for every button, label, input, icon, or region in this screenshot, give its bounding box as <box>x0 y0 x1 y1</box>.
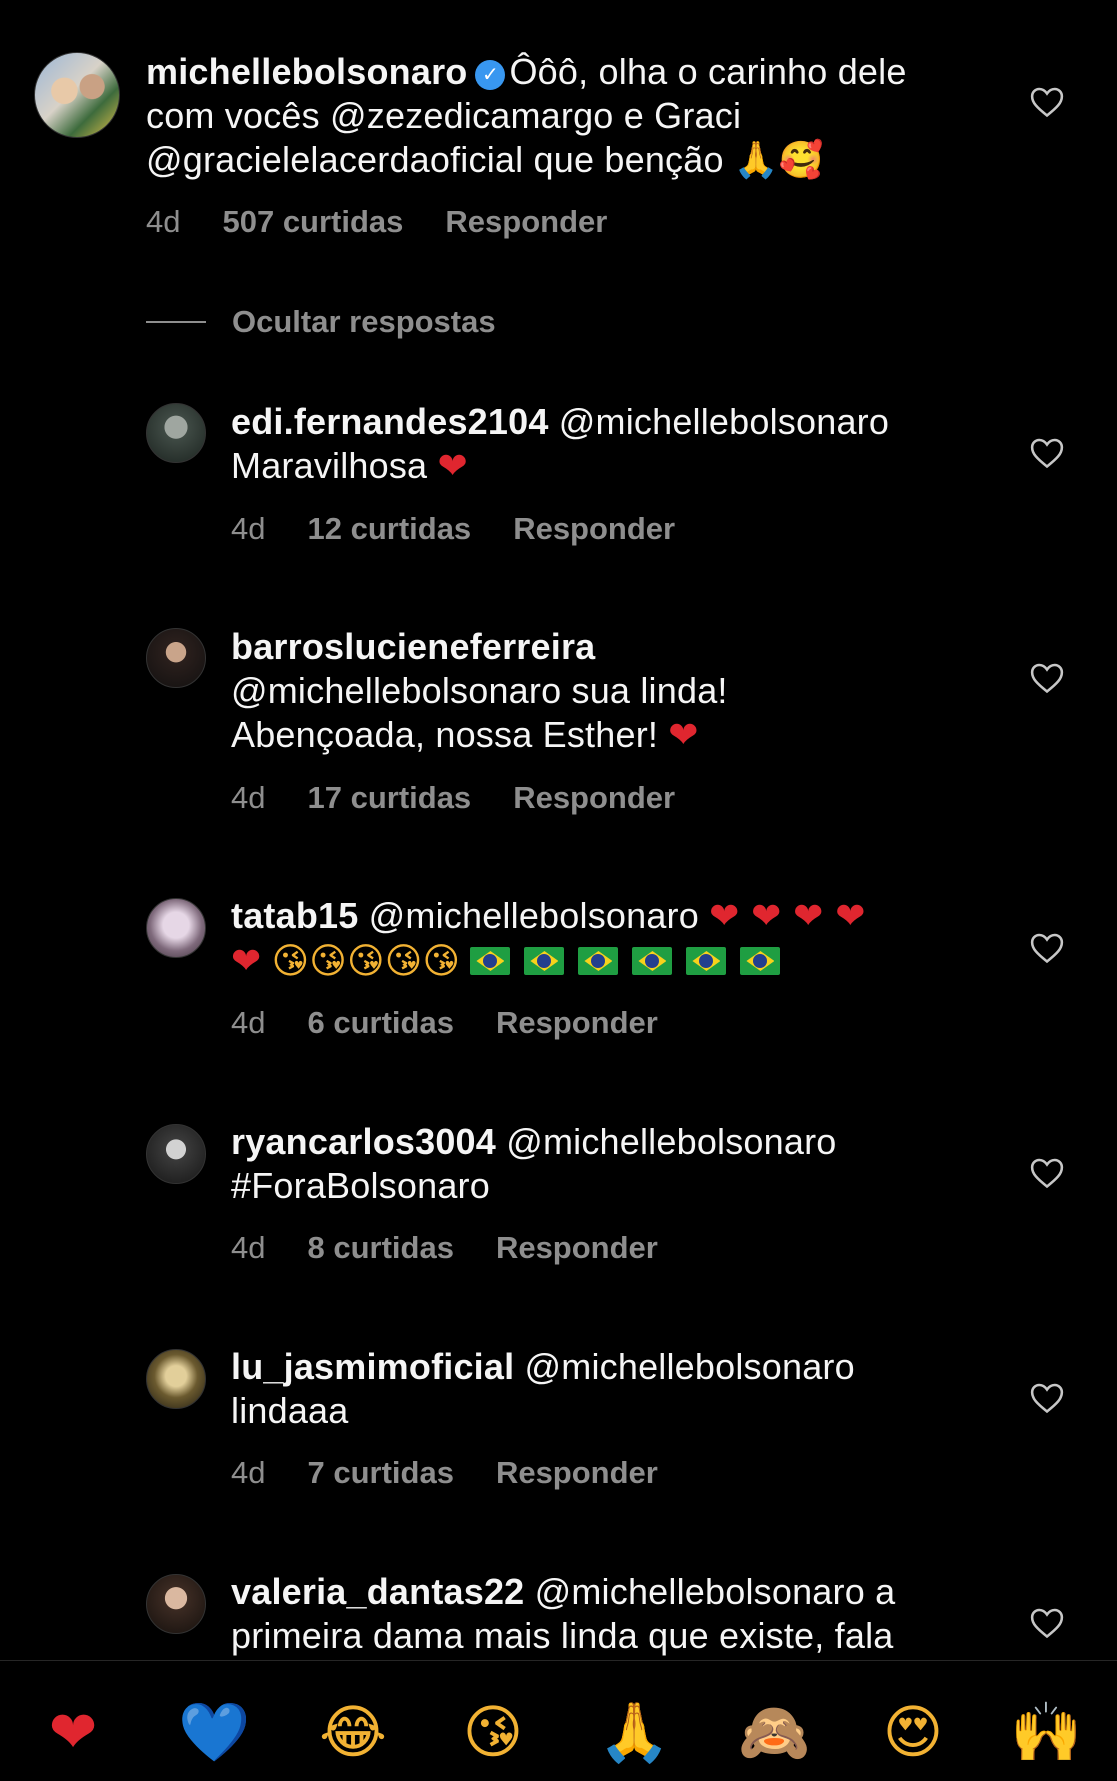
reply-button[interactable]: Responder <box>496 1005 658 1040</box>
brazil-flags <box>470 940 794 981</box>
red-heart-emoji: ❤ <box>437 446 468 487</box>
likes-count-link[interactable]: 17 curtidas <box>307 780 471 815</box>
heart-outline-icon[interactable] <box>1030 86 1064 118</box>
comment-username[interactable]: michellebolsonaro <box>146 51 467 92</box>
likes-count-link[interactable]: 7 curtidas <box>307 1455 453 1490</box>
brazil-flag-icon <box>524 947 565 975</box>
comment-text: com vocês @zezedicamargo e Graci <box>146 95 742 136</box>
comment-username[interactable]: edi.fernandes2104 <box>231 401 549 442</box>
comment-time: 4d <box>231 780 266 815</box>
reply-button[interactable]: Responder <box>496 1455 658 1490</box>
comment-body: tatab15 @michellebolsonaro ❤ ❤ ❤ ❤ ❤ 😘😘😘… <box>231 894 1011 984</box>
red-hearts-emoji: ❤ ❤ ❤ ❤ <box>709 896 866 937</box>
comment-text: Maravilhosa <box>231 445 428 486</box>
comment-body: michellebolsonaro ✓ Ôôô, olha o carinho de… <box>146 50 966 183</box>
red-heart-emoji: ❤ <box>668 715 699 756</box>
blue-heart-reaction-icon[interactable]: 💙 <box>178 1697 250 1767</box>
mention-link[interactable]: @michellebolsonaro <box>525 1346 855 1387</box>
heart-outline-icon[interactable] <box>1030 437 1064 469</box>
comment-username[interactable]: ryancarlos3004 <box>231 1121 496 1162</box>
kissing-face-reaction-icon[interactable]: 😘 <box>458 1697 528 1767</box>
comment-meta: 4d 507 curtidas Responder <box>146 204 649 240</box>
kissing-face-emoji: 😘😘😘😘😘 <box>271 941 461 982</box>
comment-time: 4d <box>231 1230 266 1265</box>
reply-button[interactable]: Responder <box>445 204 607 239</box>
brazil-flag-icon <box>632 947 673 975</box>
reply-button[interactable]: Responder <box>496 1230 658 1265</box>
comment-text: lindaaa <box>231 1390 349 1431</box>
comment-time: 4d <box>231 1005 266 1040</box>
comment-username[interactable]: barroslucieneferreira <box>231 626 595 667</box>
comment-meta: 4d 6 curtidas Responder <box>231 1005 700 1041</box>
comment-username[interactable]: tatab15 <box>231 895 358 936</box>
comment-text: Ôôô, olha o carinho dele <box>509 51 907 92</box>
avatar[interactable] <box>146 898 206 958</box>
heart-eyes-reaction-icon[interactable]: 😍 <box>878 1697 948 1767</box>
comment-text: @gracielelacerdaoficial que benção <box>146 139 724 180</box>
avatar[interactable] <box>146 1124 206 1184</box>
heart-outline-icon[interactable] <box>1030 932 1064 964</box>
comment-meta: 4d 8 curtidas Responder <box>231 1230 700 1266</box>
comment-meta: 4d 12 curtidas Responder <box>231 511 717 547</box>
comment-body: barroslucieneferreira @michellebolsonaro… <box>231 625 991 758</box>
comment-username[interactable]: lu_jasmimoficial <box>231 1346 514 1387</box>
comment-meta: 4d 17 curtidas Responder <box>231 780 717 816</box>
comment-body: edi.fernandes2104 @michellebolsonaro Mar… <box>231 400 991 489</box>
heart-outline-icon[interactable] <box>1030 1157 1064 1189</box>
avatar[interactable] <box>34 52 120 138</box>
heart-outline-icon[interactable] <box>1030 662 1064 694</box>
mention-link[interactable]: @michellebolsonaro <box>506 1121 836 1162</box>
comment-time: 4d <box>231 511 266 546</box>
comment-body: ryancarlos3004 @michellebolsonaro #ForaB… <box>231 1120 991 1208</box>
avatar[interactable] <box>146 403 206 463</box>
likes-count-link[interactable]: 6 curtidas <box>307 1005 453 1040</box>
hashtag-link[interactable]: #ForaBolsonaro <box>231 1165 490 1206</box>
raising-hands-reaction-icon[interactable]: 🙌 <box>1010 1697 1082 1767</box>
likes-count-link[interactable]: 12 curtidas <box>307 511 471 546</box>
comment-text: Abençoada, nossa Esther! <box>231 714 659 755</box>
comment-text: primeira dama mais linda que existe, fal… <box>231 1615 894 1656</box>
divider <box>146 321 206 323</box>
heart-outline-icon[interactable] <box>1030 1607 1064 1639</box>
brazil-flag-icon <box>686 947 727 975</box>
reply-button[interactable]: Responder <box>513 780 675 815</box>
heart-outline-icon[interactable] <box>1030 1382 1064 1414</box>
red-heart-emoji: ❤ <box>231 941 262 982</box>
folded-hands-reaction-icon[interactable]: 🙏 <box>598 1697 670 1767</box>
mention-link[interactable]: @michellebolsonaro sua linda! <box>231 670 728 711</box>
reply-button[interactable]: Responder <box>513 511 675 546</box>
likes-count-link[interactable]: 8 curtidas <box>307 1230 453 1265</box>
quick-reactions-bar: ❤ 💙 😂 😘 🙏 🙈 😍 🙌 <box>0 1660 1117 1781</box>
red-heart-reaction-icon[interactable]: ❤ <box>38 1697 108 1767</box>
pray-and-smiling-hearts-emoji: 🙏🥰 <box>733 140 824 181</box>
brazil-flag-icon <box>578 947 619 975</box>
tears-of-joy-reaction-icon[interactable]: 😂 <box>318 1697 388 1767</box>
see-no-evil-monkey-reaction-icon[interactable]: 🙈 <box>738 1697 810 1767</box>
verified-badge-icon: ✓ <box>475 60 506 90</box>
comment-username[interactable]: valeria_dantas22 <box>231 1571 524 1612</box>
mention-link[interactable]: @michellebolsonaro <box>369 895 699 936</box>
avatar[interactable] <box>146 1349 206 1409</box>
likes-count-link[interactable]: 507 curtidas <box>222 204 403 239</box>
mention-link[interactable]: @michellebolsonaro <box>559 401 889 442</box>
comment-body: valeria_dantas22 @michellebolsonaro a pr… <box>231 1570 1011 1658</box>
comments-screen: michellebolsonaro ✓ Ôôô, olha o carinho de… <box>0 0 1117 1781</box>
comment-time: 4d <box>231 1455 266 1490</box>
hide-replies-label: Ocultar respostas <box>232 304 496 339</box>
comment-time: 4d <box>146 204 181 239</box>
brazil-flag-icon <box>740 947 781 975</box>
comment-meta: 4d 7 curtidas Responder <box>231 1455 700 1491</box>
brazil-flag-icon <box>470 947 511 975</box>
avatar[interactable] <box>146 1574 206 1634</box>
mention-link[interactable]: @michellebolsonaro a <box>535 1571 896 1612</box>
comment-body: lu_jasmimoficial @michellebolsonaro lind… <box>231 1345 991 1433</box>
avatar[interactable] <box>146 628 206 688</box>
